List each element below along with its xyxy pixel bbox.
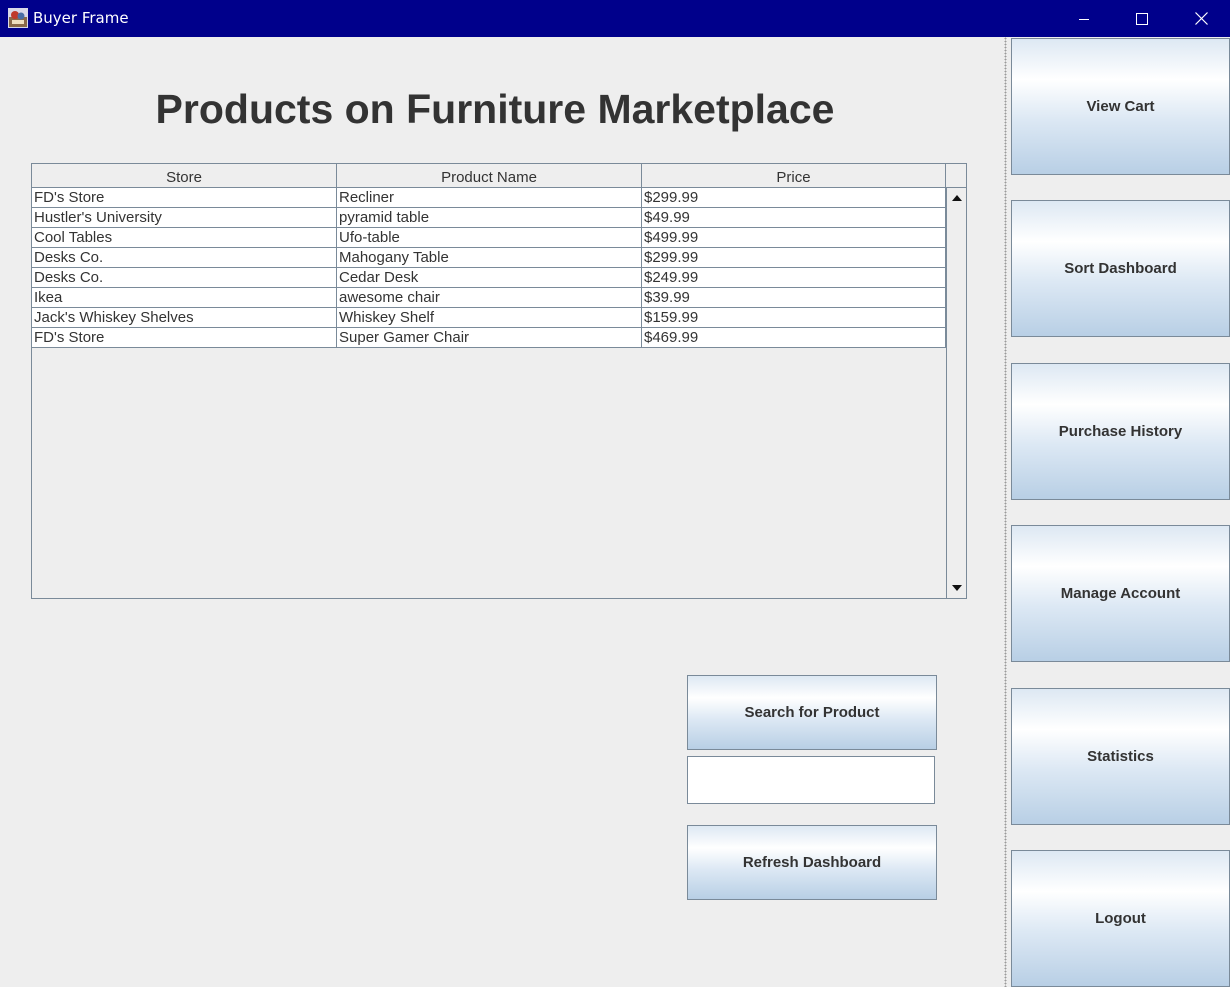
manage-account-button[interactable]: Manage Account — [1011, 525, 1230, 662]
cell-store: Ikea — [32, 288, 337, 308]
cell-store: Hustler's University — [32, 208, 337, 228]
cell-product-name: Cedar Desk — [337, 268, 642, 288]
cell-product-name: awesome chair — [337, 288, 642, 308]
cell-price: $49.99 — [642, 208, 946, 228]
cell-product-name: Recliner — [337, 188, 642, 208]
table-row[interactable]: Ikea awesome chair $39.99 — [32, 288, 946, 308]
table-row[interactable]: Hustler's University pyramid table $49.9… — [32, 208, 946, 228]
close-icon — [1194, 12, 1208, 25]
cell-store: FD's Store — [32, 328, 337, 348]
column-header-product-name[interactable]: Product Name — [337, 164, 642, 188]
minimize-icon — [1079, 18, 1089, 20]
cell-product-name: pyramid table — [337, 208, 642, 228]
table-body: FD's Store Recliner $299.99 Hustler's Un… — [32, 188, 946, 598]
split-pane-divider[interactable] — [1000, 37, 1010, 987]
logout-button[interactable]: Logout — [1011, 850, 1230, 987]
cell-price: $39.99 — [642, 288, 946, 308]
table-header-corner — [946, 164, 966, 188]
arrow-down-icon — [951, 585, 962, 591]
cell-product-name: Ufo-table — [337, 228, 642, 248]
search-for-product-button[interactable]: Search for Product — [687, 675, 937, 750]
side-navigation: View Cart Sort Dashboard Purchase Histor… — [1010, 37, 1230, 987]
close-button[interactable] — [1172, 0, 1230, 37]
cell-price: $249.99 — [642, 268, 946, 288]
cell-price: $499.99 — [642, 228, 946, 248]
table-row[interactable]: FD's Store Recliner $299.99 — [32, 188, 946, 208]
scroll-down-button[interactable] — [947, 579, 966, 597]
cell-store: Desks Co. — [32, 268, 337, 288]
table-row[interactable]: Desks Co. Cedar Desk $249.99 — [32, 268, 946, 288]
search-input[interactable] — [687, 756, 935, 804]
buyer-frame-window: Buyer Frame Products on Furniture Market… — [0, 0, 1230, 987]
cell-price: $469.99 — [642, 328, 946, 348]
statistics-button[interactable]: Statistics — [1011, 688, 1230, 825]
table-row[interactable]: Cool Tables Ufo-table $499.99 — [32, 228, 946, 248]
table-row[interactable]: Jack's Whiskey Shelves Whiskey Shelf $15… — [32, 308, 946, 328]
column-header-price[interactable]: Price — [642, 164, 946, 188]
cell-price: $299.99 — [642, 188, 946, 208]
title-bar[interactable]: Buyer Frame — [0, 0, 1230, 37]
column-header-store[interactable]: Store — [32, 164, 337, 188]
cell-store: Cool Tables — [32, 228, 337, 248]
cell-price: $299.99 — [642, 248, 946, 268]
cell-store: Jack's Whiskey Shelves — [32, 308, 337, 328]
vertical-scrollbar[interactable] — [946, 188, 966, 598]
cell-store: Desks Co. — [32, 248, 337, 268]
cell-product-name: Whiskey Shelf — [337, 308, 642, 328]
cell-product-name: Mahogany Table — [337, 248, 642, 268]
scroll-up-button[interactable] — [947, 189, 966, 207]
maximize-button[interactable] — [1113, 0, 1171, 37]
cell-product-name: Super Gamer Chair — [337, 328, 642, 348]
minimize-button[interactable] — [1055, 0, 1113, 37]
main-panel: Products on Furniture Marketplace Store … — [0, 37, 1000, 987]
cell-store: FD's Store — [32, 188, 337, 208]
window-title: Buyer Frame — [33, 9, 129, 27]
cell-price: $159.99 — [642, 308, 946, 328]
products-table[interactable]: Store Product Name Price FD's Store Recl… — [31, 163, 967, 599]
divider-grip — [1004, 37, 1007, 987]
maximize-icon — [1136, 12, 1148, 25]
table-header: Store Product Name Price — [32, 164, 946, 188]
sort-dashboard-button[interactable]: Sort Dashboard — [1011, 200, 1230, 337]
table-row[interactable]: Desks Co. Mahogany Table $299.99 — [32, 248, 946, 268]
table-row[interactable]: FD's Store Super Gamer Chair $469.99 — [32, 328, 946, 348]
arrow-up-icon — [951, 195, 962, 201]
view-cart-button[interactable]: View Cart — [1011, 38, 1230, 175]
page-title: Products on Furniture Marketplace — [155, 86, 835, 132]
purchase-history-button[interactable]: Purchase History — [1011, 363, 1230, 500]
refresh-dashboard-button[interactable]: Refresh Dashboard — [687, 825, 937, 900]
java-app-icon — [8, 8, 28, 28]
